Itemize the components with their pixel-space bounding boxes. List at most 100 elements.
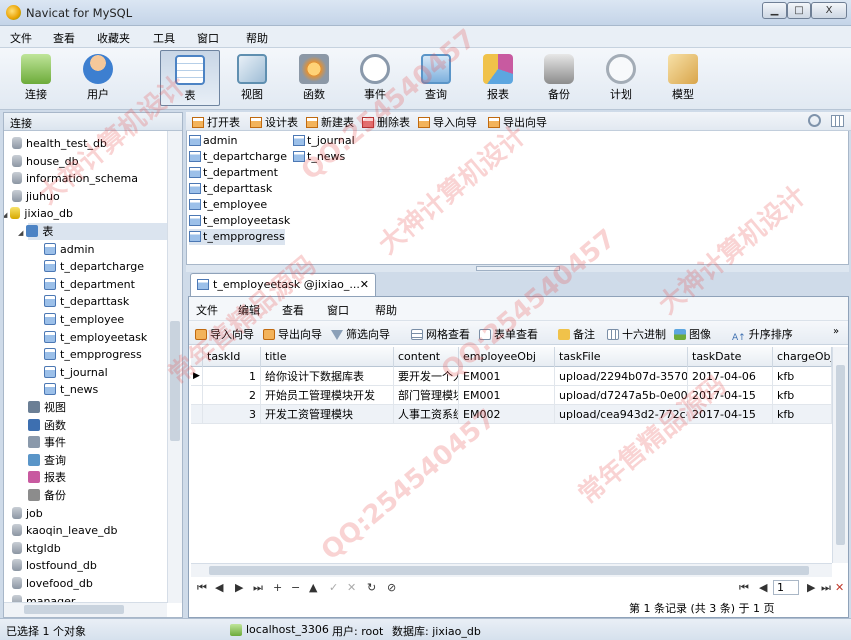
cell-taskdate[interactable]: 2017-04-06 [688,367,773,386]
maximize-button[interactable]: □ [787,2,811,19]
cell-chargeobj[interactable]: kfb [773,386,832,405]
menu-favorites[interactable]: 收藏夹 [97,30,130,46]
tree-item-t-employee[interactable]: t_employee [44,311,124,328]
editor-grid-view-button[interactable]: 网格查看 [411,326,470,342]
toolbar-connect-button[interactable]: 连接 [8,50,64,106]
cell-chargeobj[interactable]: kfb [773,405,832,424]
tree-item--[interactable]: 事件 [28,434,66,451]
tree-item-health-test-db[interactable]: health_test_db [12,135,107,152]
nav-prev-icon[interactable]: ◀ [215,581,223,594]
cell-taskid[interactable]: 2 [203,386,261,405]
tree-item--[interactable]: 报表 [28,469,66,486]
splitter-handle[interactable] [476,266,560,271]
col-header-chargeobj[interactable]: chargeObj [773,347,832,367]
tree-item--[interactable]: ◢ 表 [18,223,167,240]
design-table-button[interactable]: 设计表 [250,114,298,130]
nav-first-icon[interactable]: ⏮ [197,581,207,595]
tree-item-kaoqin-leave-db[interactable]: kaoqin_leave_db [12,522,117,539]
object-item-t-employeetask[interactable]: t_employeetask [189,213,290,229]
editor-memo-button[interactable]: 备注 [558,326,595,342]
object-item-t-departtask[interactable]: t_departtask [189,181,272,197]
tree-item-t-empprogress[interactable]: t_empprogress [44,346,142,363]
tree-item-admin[interactable]: admin [44,241,94,258]
editor-import-button[interactable]: 导入向导 [195,326,254,342]
tree-item-t-department[interactable]: t_department [44,276,135,293]
tree-item-house-db[interactable]: house_db [12,153,79,170]
page-last-icon[interactable]: ⏭ [821,581,831,595]
tab-t-employeetask[interactable]: t_employeetask @jixiao_... ✕ [190,273,376,296]
object-item-t-news[interactable]: t_news [293,149,345,165]
nav-add-icon[interactable]: + [273,581,282,594]
toolbar-report-button[interactable]: 报表 [470,50,526,106]
cell-chargeobj[interactable]: kfb [773,367,832,386]
editor-sort-asc-button[interactable]: A↑ 升序排序 [732,326,793,344]
tree-item-t-journal[interactable]: t_journal [44,364,108,381]
toolbar-view-button[interactable]: 视图 [224,50,280,106]
col-header-employeeobj[interactable]: employeeObj [459,347,555,367]
editor-filter-button[interactable]: 筛选向导 [331,326,390,342]
cell-content[interactable]: 要开发一个人 [394,367,459,386]
cell-content[interactable]: 部门管理模块 [394,386,459,405]
editor-menu-help[interactable]: 帮助 [375,302,397,318]
toolbar-model-button[interactable]: 模型 [655,50,711,106]
toolbar-query-button[interactable]: 查询 [408,50,464,106]
col-header-taskdate[interactable]: taskDate [688,347,773,367]
grid-scroll-thumb[interactable] [836,365,845,545]
table-row[interactable]: 3 开发工资管理模块 人事工资系统 EM002 upload/cea943d2-… [191,405,832,424]
connection-tree[interactable]: health_test_db house_db information_schema… [4,133,167,603]
nav-last-icon[interactable]: ⏭ [253,581,263,595]
tree-item--[interactable]: 函数 [28,417,66,434]
tree-item-t-employeetask[interactable]: t_employeetask [44,329,147,346]
nav-apply-icon[interactable]: ✓ [329,581,338,594]
col-header-content[interactable]: content [394,347,459,367]
cell-title[interactable]: 给你设计下数据库表 [261,367,394,386]
table-row[interactable]: 2 开始员工管理模块开发 部门管理模块 EM001 upload/d7247a5… [191,386,832,405]
col-header-taskfile[interactable]: taskFile [555,347,688,367]
editor-form-view-button[interactable]: 表单查看 [479,326,538,342]
page-number-input[interactable]: 1 [773,580,799,595]
tree-vertical-scrollbar[interactable] [167,131,182,603]
data-grid[interactable]: taskId title content employeeObj taskFil… [191,347,832,563]
nav-refresh-icon[interactable]: ↻ [367,581,376,594]
editor-export-button[interactable]: 导出向导 [263,326,322,342]
tree-item-t-departtask[interactable]: t_departtask [44,293,129,310]
page-first-icon[interactable]: ⏮ [739,581,749,595]
tree-item-lostfound-db[interactable]: lostfound_db [12,557,97,574]
expand-arrow-icon[interactable]: ◢ [4,211,7,219]
import-wizard-button[interactable]: 导入向导 [418,114,477,130]
col-header-title[interactable]: title [261,347,394,367]
toolbar-backup-button[interactable]: 备份 [531,50,587,106]
object-item-admin[interactable]: admin [189,133,237,149]
page-settings-icon[interactable]: ✕ [835,581,844,594]
nav-up-icon[interactable]: ▲ [309,581,317,594]
tab-close-icon[interactable]: ✕ [360,278,369,291]
grid-hscroll-thumb[interactable] [209,566,809,575]
minimize-button[interactable]: ▁ [762,2,787,19]
tree-item-lovefood-db[interactable]: lovefood_db [12,575,93,592]
tree-item-ktgldb[interactable]: ktgldb [12,540,61,557]
editor-menu-edit[interactable]: 编辑 [238,302,260,318]
cell-taskfile[interactable]: upload/2294b07d-3570-4 [555,367,688,386]
close-button[interactable]: X [811,2,847,19]
editor-image-button[interactable]: 图像 [674,326,711,342]
editor-menu-window[interactable]: 窗口 [327,302,349,318]
menu-window[interactable]: 窗口 [197,30,219,46]
cell-taskfile[interactable]: upload/cea943d2-772c-4 [555,405,688,424]
tree-item--[interactable]: 备份 [28,487,66,504]
toolbar-table-button[interactable]: 表 [160,50,220,106]
toolbar-user-button[interactable]: 用户 [70,50,126,106]
cell-title[interactable]: 开发工资管理模块 [261,405,394,424]
menu-tools[interactable]: 工具 [153,30,175,46]
menu-view[interactable]: 查看 [53,30,75,46]
table-row[interactable]: ▶ 1 给你设计下数据库表 要开发一个人 EM001 upload/2294b0… [191,367,832,386]
object-item-t-employee[interactable]: t_employee [189,197,267,213]
object-item-t-empprogress[interactable]: t_empprogress [189,229,285,245]
cell-taskdate[interactable]: 2017-04-15 [688,386,773,405]
tree-item-t-departcharge[interactable]: t_departcharge [44,258,144,275]
export-wizard-button[interactable]: 导出向导 [488,114,547,130]
cell-taskid[interactable]: 3 [203,405,261,424]
tree-item-information-schema[interactable]: information_schema [12,170,138,187]
tree-item-jixiao-db[interactable]: ◢ jixiao_db [4,205,73,222]
cell-taskid[interactable]: 1 [203,367,261,386]
nav-delete-icon[interactable]: − [291,581,300,594]
